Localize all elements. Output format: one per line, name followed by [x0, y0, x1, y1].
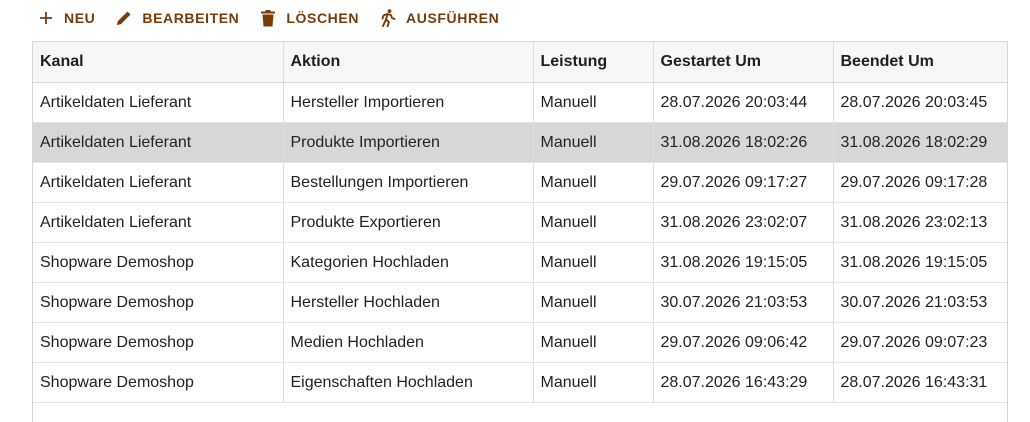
- cell-aktion: Eigenschaften Hochladen: [283, 362, 534, 403]
- table-row[interactable]: Shopware Demoshop Medien Hochladen Manuell…: [33, 322, 1007, 363]
- column-header-kanal[interactable]: Kanal: [33, 42, 284, 83]
- data-grid: Kanal Aktion Leistung Gestartet Um Beend…: [32, 41, 1008, 422]
- cell-leistung: Manuell: [533, 322, 654, 363]
- cell-kanal: Shopware Demoshop: [33, 322, 284, 363]
- cell-gestartet: 31.08.2026 23:02:07: [653, 202, 834, 243]
- trash-icon: [259, 9, 277, 27]
- pencil-icon: [115, 9, 133, 27]
- cell-gestartet: 29.07.2026 09:17:27: [653, 162, 834, 203]
- cell-kanal: Artikeldaten Lieferant: [33, 122, 284, 163]
- run-button-label: AUSFÜHREN: [406, 10, 500, 26]
- edit-button-label: BEARBEITEN: [142, 10, 240, 26]
- table-row[interactable]: Artikeldaten Lieferant Bestellungen Impor…: [33, 162, 1007, 203]
- cell-aktion: Kategorien Hochladen: [283, 242, 534, 283]
- cell-gestartet: 28.07.2026 20:03:44: [653, 82, 834, 123]
- cell-leistung: Manuell: [533, 82, 654, 123]
- cell-beendet: 31.08.2026 23:02:13: [833, 202, 1007, 243]
- table-row[interactable]: Shopware Demoshop Hersteller Hochladen Man…: [33, 282, 1007, 323]
- cell-leistung: Manuell: [533, 242, 654, 283]
- delete-button-label: LÖSCHEN: [286, 10, 360, 26]
- running-person-icon: [379, 9, 397, 27]
- cell-kanal: Shopware Demoshop: [33, 362, 284, 403]
- cell-beendet: 29.07.2026 09:17:28: [833, 162, 1007, 203]
- column-header-gestartet[interactable]: Gestartet Um: [653, 42, 834, 83]
- cell-beendet: 31.08.2026 19:15:05: [833, 242, 1007, 283]
- runs-table: Kanal Aktion Leistung Gestartet Um Beend…: [33, 42, 1007, 403]
- cell-leistung: Manuell: [533, 162, 654, 203]
- cell-leistung: Manuell: [533, 202, 654, 243]
- cell-aktion: Hersteller Hochladen: [283, 282, 534, 323]
- edit-button[interactable]: BEARBEITEN: [115, 0, 239, 36]
- column-header-leistung[interactable]: Leistung: [533, 42, 654, 83]
- cell-kanal: Artikeldaten Lieferant: [33, 162, 284, 203]
- table-header-row: Kanal Aktion Leistung Gestartet Um Beend…: [33, 42, 1007, 83]
- cell-beendet: 28.07.2026 20:03:45: [833, 82, 1007, 123]
- toolbar: NEU BEARBEITEN LÖSCHEN AUSFÜHREN: [37, 0, 519, 36]
- new-button-label: NEU: [64, 10, 96, 26]
- cell-aktion: Produkte Exportieren: [283, 202, 534, 243]
- new-button[interactable]: NEU: [37, 0, 95, 36]
- cell-leistung: Manuell: [533, 282, 654, 323]
- cell-kanal: Artikeldaten Lieferant: [33, 202, 284, 243]
- column-header-beendet[interactable]: Beendet Um: [833, 42, 1007, 83]
- cell-gestartet: 30.07.2026 21:03:53: [653, 282, 834, 323]
- cell-gestartet: 31.08.2026 18:02:26: [653, 122, 834, 163]
- column-header-aktion[interactable]: Aktion: [283, 42, 534, 83]
- cell-beendet: 29.07.2026 09:07:23: [833, 322, 1007, 363]
- cell-aktion: Bestellungen Importieren: [283, 162, 534, 203]
- cell-beendet: 31.08.2026 18:02:29: [833, 122, 1007, 163]
- cell-kanal: Shopware Demoshop: [33, 242, 284, 283]
- cell-beendet: 30.07.2026 21:03:53: [833, 282, 1007, 323]
- cell-aktion: Medien Hochladen: [283, 322, 534, 363]
- cell-beendet: 28.07.2026 16:43:31: [833, 362, 1007, 403]
- run-button[interactable]: AUSFÜHREN: [379, 0, 499, 36]
- delete-button[interactable]: LÖSCHEN: [259, 0, 359, 36]
- table-row[interactable]: Artikeldaten Lieferant Hersteller Importi…: [33, 82, 1007, 123]
- cell-aktion: Hersteller Importieren: [283, 82, 534, 123]
- table-row[interactable]: Shopware Demoshop Kategorien Hochladen Man…: [33, 242, 1007, 283]
- cell-gestartet: 31.08.2026 19:15:05: [653, 242, 834, 283]
- cell-leistung: Manuell: [533, 362, 654, 403]
- cell-aktion: Produkte Importieren: [283, 122, 534, 163]
- cell-kanal: Artikeldaten Lieferant: [33, 82, 284, 123]
- cell-gestartet: 29.07.2026 09:06:42: [653, 322, 834, 363]
- table-row[interactable]: Artikeldaten Lieferant Produkte Exportier…: [33, 202, 1007, 243]
- table-row[interactable]: Shopware Demoshop Eigenschaften Hochladen…: [33, 362, 1007, 403]
- cell-gestartet: 28.07.2026 16:43:29: [653, 362, 834, 403]
- plus-icon: [37, 9, 55, 27]
- table-row[interactable]: Artikeldaten Lieferant Produkte Importier…: [33, 122, 1007, 163]
- cell-kanal: Shopware Demoshop: [33, 282, 284, 323]
- cell-leistung: Manuell: [533, 122, 654, 163]
